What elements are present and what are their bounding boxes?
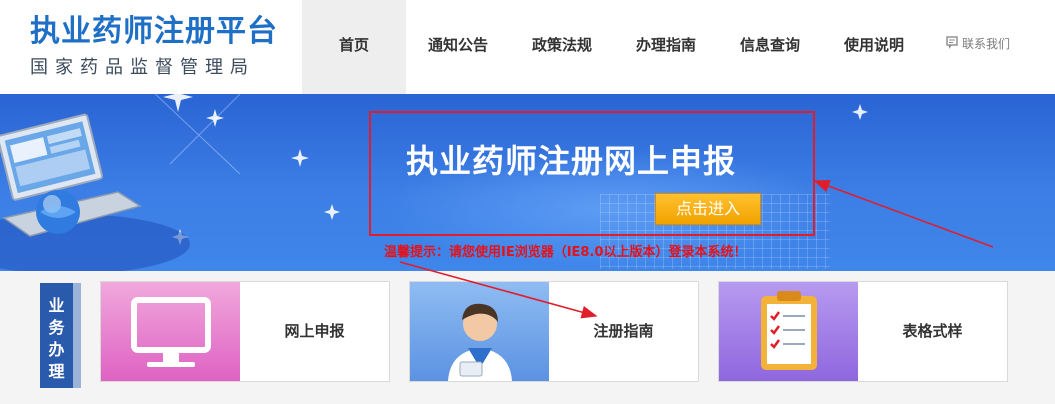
monitor-icon (101, 282, 240, 381)
nav-item-notices[interactable]: 通知公告 (406, 0, 510, 94)
enter-button[interactable]: 点击进入 (655, 193, 761, 225)
user-guide-icon (410, 282, 549, 381)
nav-item-guide[interactable]: 办理指南 (614, 0, 718, 94)
promo-highlight-box: 执业药师注册网上申报 点击进入 (369, 111, 815, 236)
nav-item-query[interactable]: 信息查询 (718, 0, 822, 94)
header: 执业药师注册平台 国家药品监督管理局 首页 通知公告 政策法规 办理指南 信息查… (0, 0, 1055, 94)
section-label-shadow (73, 283, 81, 388)
card-form-templates[interactable]: 表格式样 (718, 281, 1008, 382)
section-label-char: 理 (48, 362, 65, 381)
card-label: 表格式样 (902, 322, 963, 340)
section-label: 业 务 办 理 (40, 283, 73, 388)
contact-label: 联系我们 (962, 37, 1011, 51)
promo-title: 执业药师注册网上申报 (406, 142, 737, 180)
nav-item-home[interactable]: 首页 (302, 0, 406, 94)
card-registration-guide[interactable]: 注册指南 (409, 281, 699, 382)
browser-tip: 温馨提示：请您使用IE浏览器（IE8.0以上版本）登录本系统！ (384, 245, 747, 260)
card-label: 网上申报 (284, 322, 345, 340)
section-label-char: 办 (48, 340, 65, 359)
nav-item-policies[interactable]: 政策法规 (510, 0, 614, 94)
logo-subtitle: 国家药品监督管理局 (30, 57, 255, 78)
nav-item-manual[interactable]: 使用说明 (822, 0, 926, 94)
logo-title: 执业药师注册平台 (30, 14, 278, 49)
chat-bubble-icon (946, 36, 958, 49)
card-label: 注册指南 (593, 322, 654, 340)
logo[interactable]: 执业药师注册平台 国家药品监督管理局 (30, 12, 290, 84)
laptop-globe-illustration (0, 113, 190, 271)
card-online-apply[interactable]: 网上申报 (100, 281, 390, 382)
business-section: 业 务 办 理 网上申报 注册指南 表格式样 (0, 271, 1055, 404)
contact-link[interactable]: 联系我们 (946, 34, 1010, 54)
section-label-char: 业 (48, 296, 65, 315)
section-label-char: 务 (48, 318, 65, 337)
clipboard-checklist-icon (719, 282, 858, 381)
